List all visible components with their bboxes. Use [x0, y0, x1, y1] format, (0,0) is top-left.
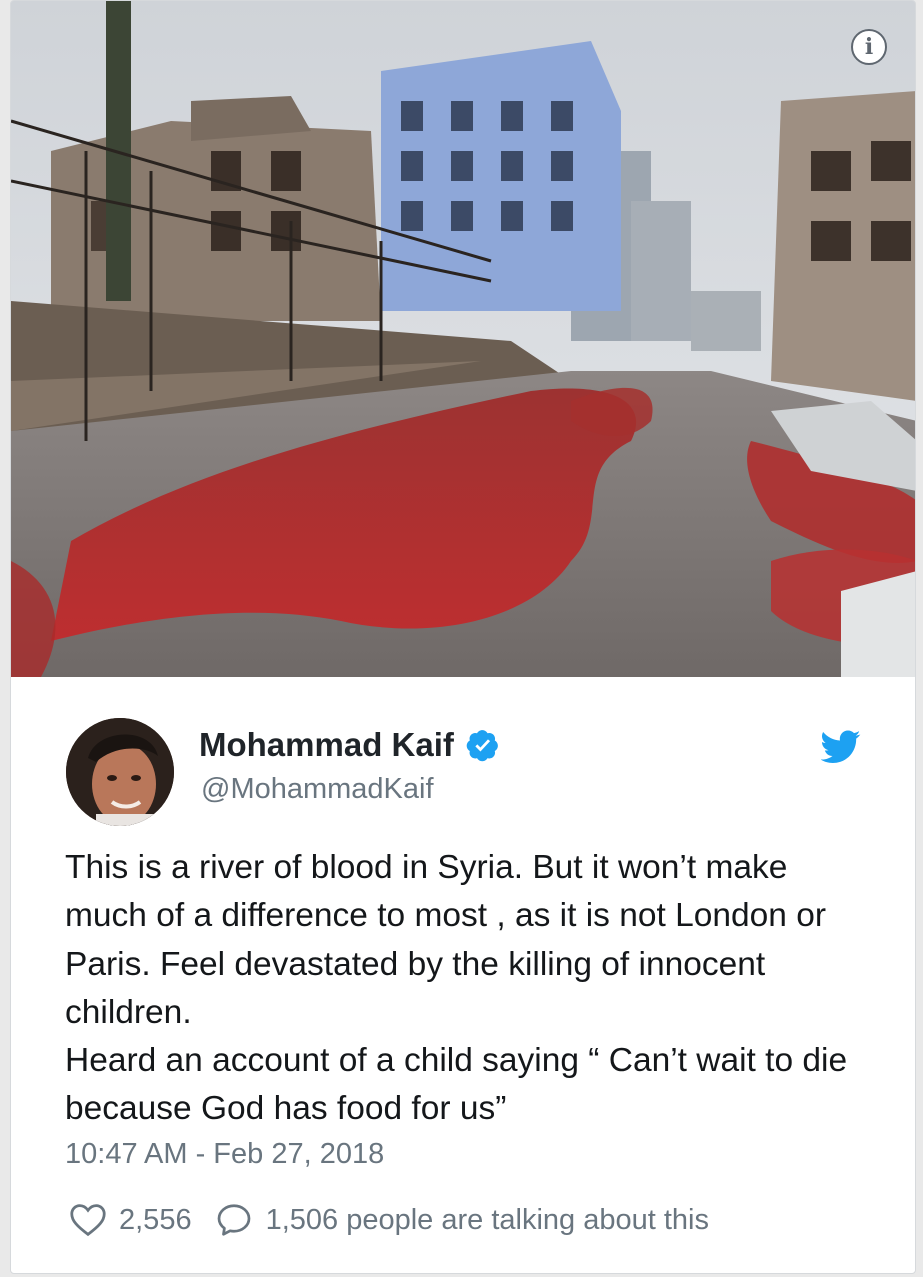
tweet-photo[interactable]: i: [11, 1, 915, 677]
author-handle[interactable]: @MohammadKaif: [201, 773, 434, 806]
tweet-content: Mohammad Kaif @MohammadKaif This is a ri…: [11, 678, 915, 1273]
avatar[interactable]: [66, 718, 174, 826]
tweet-card[interactable]: i Mohammad Kaif @MohammadKaif This is a …: [10, 0, 916, 1274]
tweet-text: This is a river of blood in Syria. But i…: [65, 844, 875, 1134]
tweet-stats: 2,556 1,506 people are talking about thi…: [69, 1202, 709, 1238]
like-count[interactable]: 2,556: [119, 1204, 192, 1237]
tweet-text-line: This is a river of blood in Syria. But i…: [65, 849, 826, 1031]
tweet-text-line: Heard an account of a child saying “ Can…: [65, 1042, 848, 1128]
twitter-bird-icon[interactable]: [821, 730, 861, 764]
author-name[interactable]: Mohammad Kaif: [199, 726, 500, 764]
speech-bubble-icon[interactable]: [214, 1202, 254, 1238]
avatar-portrait: [66, 718, 174, 826]
street-photo-illustration: [11, 1, 915, 677]
heart-icon[interactable]: [69, 1203, 107, 1237]
author-name-text[interactable]: Mohammad Kaif: [199, 726, 454, 764]
tweet-timestamp[interactable]: 10:47 AM - Feb 27, 2018: [65, 1138, 384, 1171]
info-icon[interactable]: i: [851, 29, 887, 65]
verified-badge-icon: [466, 730, 498, 762]
talking-count[interactable]: 1,506 people are talking about this: [266, 1204, 709, 1237]
